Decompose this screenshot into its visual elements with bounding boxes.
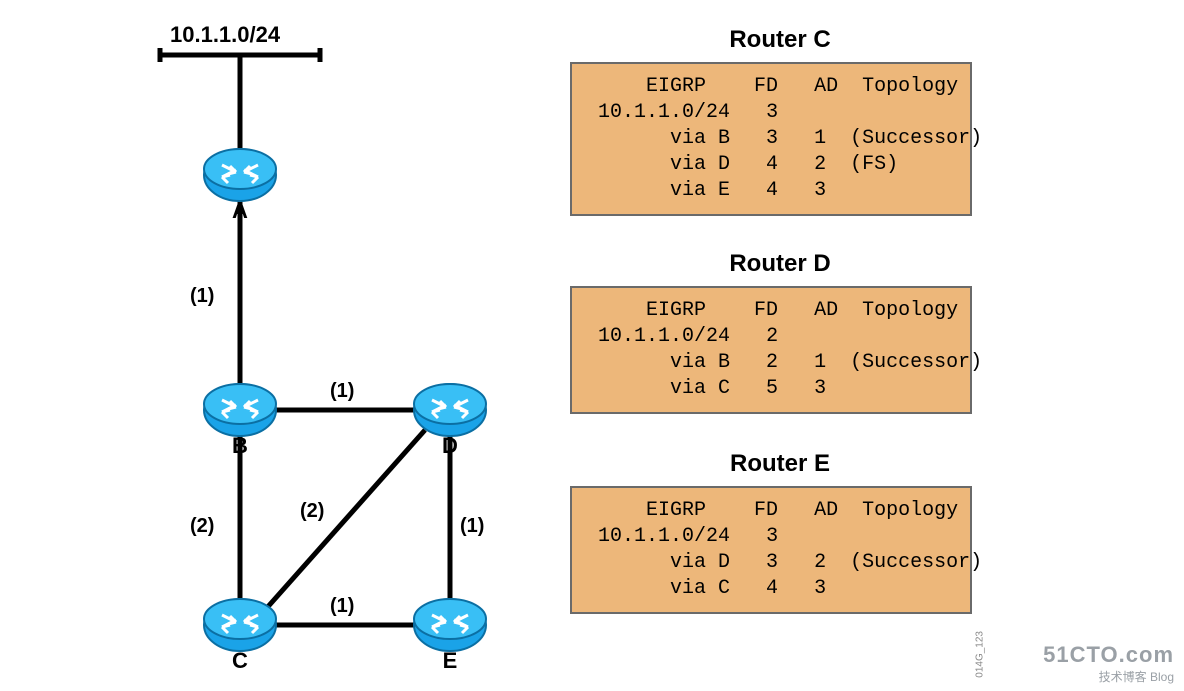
router-e-icon	[414, 599, 486, 651]
e-row0: 10.1.1.0/24 3	[586, 525, 778, 548]
d-hdr: EIGRP FD AD Topology	[586, 299, 958, 322]
edge-label-d-e: (1)	[460, 515, 484, 538]
edge-label-c-e: (1)	[330, 595, 354, 618]
watermark-sub: 技术博客 Blog	[1043, 668, 1174, 685]
router-d-label: D	[442, 433, 458, 458]
router-b-icon	[204, 384, 276, 436]
router-e-title: Router E	[700, 450, 860, 478]
c-row3: via E 4 3	[586, 179, 826, 202]
e-hdr: EIGRP FD AD Topology	[586, 499, 958, 522]
router-b-label: B	[232, 433, 248, 458]
c-row2: via D 4 2 (FS)	[586, 153, 898, 176]
slide-id: 014G_123	[975, 631, 986, 678]
router-e-table: EIGRP FD AD Topology 10.1.1.0/24 3 via D…	[570, 486, 972, 614]
edge-label-a-b: (1)	[190, 285, 214, 308]
router-d-table: EIGRP FD AD Topology 10.1.1.0/24 2 via B…	[570, 286, 972, 414]
e-row1: via D 3 2 (Successor)	[586, 551, 982, 574]
watermark-brand: 51CTO.com	[1043, 642, 1174, 668]
router-d-icon	[414, 384, 486, 436]
d-row1: via B 2 1 (Successor)	[586, 351, 982, 374]
router-a-label: A	[232, 198, 248, 223]
d-row0: 10.1.1.0/24 2	[586, 325, 778, 348]
edge-label-c-d: (2)	[300, 500, 324, 523]
router-c-label: C	[232, 648, 248, 673]
topology-diagram: A B D C E	[0, 0, 560, 691]
router-c-icon	[204, 599, 276, 651]
c-hdr-eigrp: EIGRP FD AD Topology	[586, 75, 958, 98]
d-row2: via C 5 3	[586, 377, 826, 400]
watermark: 51CTO.com 技术博客 Blog	[1043, 642, 1174, 685]
edge-label-b-c: (2)	[190, 515, 214, 538]
c-row1: via B 3 1 (Successor)	[586, 127, 982, 150]
router-e-label: E	[443, 648, 458, 673]
router-d-title: Router D	[700, 250, 860, 278]
e-row2: via C 4 3	[586, 577, 826, 600]
router-c-table: EIGRP FD AD Topology 10.1.1.0/24 3 via B…	[570, 62, 972, 216]
edge-label-b-d: (1)	[330, 380, 354, 403]
c-row0: 10.1.1.0/24 3	[586, 101, 778, 124]
router-c-title: Router C	[700, 26, 860, 54]
router-a-icon	[204, 149, 276, 201]
